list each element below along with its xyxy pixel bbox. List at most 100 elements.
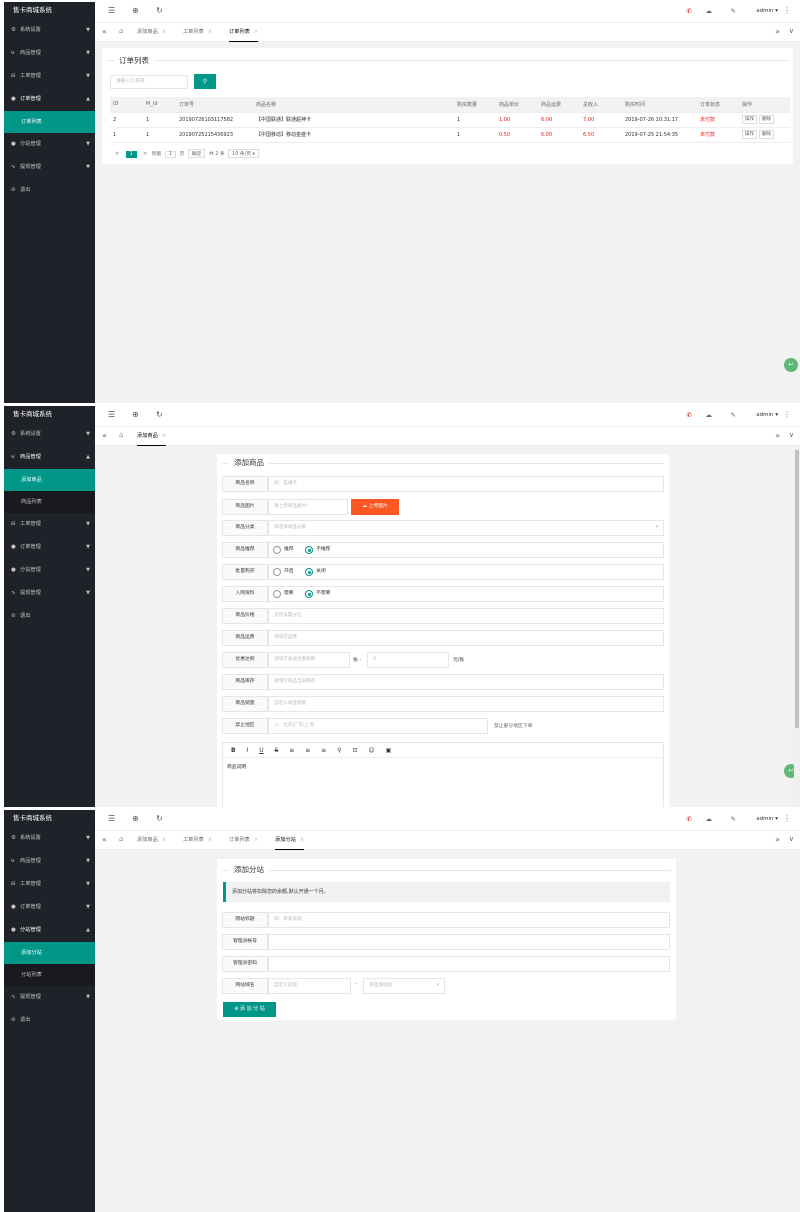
radio-not-recommend[interactable] [305,546,314,554]
nav-withdraw[interactable]: ∿ 提现管理 ▼ [4,156,95,179]
float-action-button[interactable]: ↩ [784,358,798,372]
nav-logout[interactable]: ⊘ 退出 [4,179,95,202]
upload-image-button[interactable]: ☁ 上传图片 [351,499,399,515]
align-right-icon[interactable]: ≡ [321,747,326,754]
tab-ticket-list[interactable]: 工单列表 × [183,23,212,42]
radio-recommend[interactable] [273,546,281,554]
globe-icon[interactable]: ⊕ [132,814,139,823]
theme-icon[interactable]: ☁ [706,7,713,15]
shipping-input[interactable]: 请填写运费 [268,630,664,646]
tab-scroll-right-icon[interactable]: » [775,431,780,440]
prev-page-button[interactable]: < [115,152,119,157]
tab-ticket-list[interactable]: 工单列表 × [183,831,212,850]
page-size-select[interactable]: 10 条/页 ▾ [228,149,259,158]
tab-order-list[interactable]: 订单列表 × [229,23,259,42]
next-page-button[interactable]: > [143,152,147,157]
radio-need[interactable] [273,590,281,598]
product-image-input[interactable]: 请上传商品图片! [268,499,348,515]
order-search-input[interactable]: 请输入订单号 [110,75,188,89]
add-substation-button[interactable]: ⊕ 添 加 分 站 [223,1002,276,1017]
tab-scroll-left-icon[interactable]: « [102,835,107,844]
close-icon[interactable]: × [208,29,212,35]
nav-system-settings[interactable]: ⚙ 系统设置 ▼ [4,827,95,850]
page-jump-input[interactable]: 1 [164,151,176,158]
nav-substation[interactable]: ● 分站管理 ▲ [4,919,95,942]
nav-order[interactable]: ● 订单管理 ▼ [4,536,95,559]
refresh-icon[interactable]: ↻ [156,410,163,419]
chevron-down-icon[interactable]: ∨ [789,835,794,843]
confirm-button[interactable]: 确定 [187,149,206,158]
tab-scroll-left-icon[interactable]: « [102,27,107,36]
more-vertical-icon[interactable]: ⋮ [783,6,791,15]
notification-icon[interactable]: ✆ [687,7,692,15]
menu-icon[interactable]: ☰ [108,814,115,823]
radio-bulk-on[interactable] [273,568,281,576]
nav-ticket[interactable]: ⊟ 工单管理 ▼ [4,513,95,536]
home-icon[interactable]: ⌂ [119,431,123,439]
admin-password-input[interactable] [268,956,670,972]
discount-count-input[interactable]: 请填写发送优惠张数 [268,652,350,668]
nav-system-settings[interactable]: ⚙ 系统设置 ▼ [4,19,95,42]
image-icon[interactable]: ▣ [386,747,392,754]
note-icon[interactable]: ✎ [731,7,736,15]
radio-bulk-off[interactable] [305,568,314,576]
close-icon[interactable]: × [208,837,212,843]
sales-input[interactable]: 自定义商品销量 [268,696,664,712]
nav-ticket[interactable]: ⊟ 工单管理 ▼ [4,873,95,896]
refresh-icon[interactable]: ↻ [156,814,163,823]
nav-ticket[interactable]: ⊟ 工单管理 ▼ [4,65,95,88]
edit-button[interactable]: 操作 [742,130,757,139]
page-button[interactable]: 1 [125,151,137,158]
forbid-region-input[interactable]: 入：北京|广东|上海 [268,718,488,734]
sub-nav-substation-list[interactable]: 分站列表 [4,964,95,986]
admin-account-input[interactable] [268,934,670,950]
product-category-select[interactable]: 请选择商品分类 ▾ [268,520,664,536]
radio-no-need[interactable] [305,590,314,598]
rich-text-editor[interactable]: B I U S ≡ ≡ ≡ ⚲ ⊡ ☺ ▣ 商品说明 [222,742,664,807]
underline-icon[interactable]: U [259,747,263,754]
sub-nav-order-list[interactable]: 订单列表 [4,111,95,133]
price-input[interactable]: 支持设置分红 [268,608,664,624]
sub-nav-add-product[interactable]: 添加商品 [4,469,95,491]
nav-substation[interactable]: ● 分站管理 ▼ [4,559,95,582]
tab-scroll-right-icon[interactable]: » [775,835,780,844]
close-icon[interactable]: × [254,837,258,843]
nav-logout[interactable]: ⊘ 退出 [4,1009,95,1032]
scrollbar-thumb[interactable] [795,450,799,728]
site-title-input[interactable]: 如：某某商城 [268,912,670,928]
code-icon[interactable]: ⊡ [352,747,357,754]
theme-icon[interactable]: ☁ [706,815,713,823]
product-name-input[interactable]: 如：蓝满卡 [268,476,664,492]
discount-price-input[interactable]: 0 [367,652,449,668]
home-icon[interactable]: ⌂ [119,835,123,843]
sub-nav-product-list[interactable]: 商品列表 [4,491,95,513]
tab-scroll-right-icon[interactable]: » [775,27,780,36]
admin-menu[interactable]: admin ▾ [756,816,778,822]
home-icon[interactable]: ⌂ [119,27,123,35]
nav-product[interactable]: ⊍ 商品管理 ▼ [4,850,95,873]
more-vertical-icon[interactable]: ⋮ [783,814,791,823]
delete-button[interactable]: 删除 [759,130,774,139]
search-button[interactable]: ⚲ [194,74,216,89]
nav-withdraw[interactable]: ∿ 提现管理 ▼ [4,986,95,1009]
close-icon[interactable]: × [300,837,304,843]
link-icon[interactable]: ⚲ [337,747,341,754]
strikethrough-icon[interactable]: S [275,747,279,754]
nav-logout[interactable]: ⊘ 退出 [4,605,95,628]
nav-product[interactable]: ⊍ 商品管理 ▲ [4,446,95,469]
stock-input[interactable]: 请填写商品当前库存 [268,674,664,690]
nav-withdraw[interactable]: ∿ 提现管理 ▼ [4,582,95,605]
bold-icon[interactable]: B [231,747,236,754]
delete-button[interactable]: 删除 [759,115,774,124]
more-vertical-icon[interactable]: ⋮ [783,410,791,419]
close-icon[interactable]: × [162,29,166,35]
close-icon[interactable]: × [162,433,166,439]
nav-order[interactable]: ● 订单管理 ▼ [4,896,95,919]
globe-icon[interactable]: ⊕ [132,410,139,419]
tab-order-list[interactable]: 订单列表 × [229,831,258,850]
domain-prefix-input[interactable]: 自定义前缀 [268,978,351,994]
close-icon[interactable]: × [162,837,166,843]
menu-icon[interactable]: ☰ [108,410,115,419]
chevron-down-icon[interactable]: ∨ [789,431,794,439]
edit-button[interactable]: 操作 [742,115,757,124]
